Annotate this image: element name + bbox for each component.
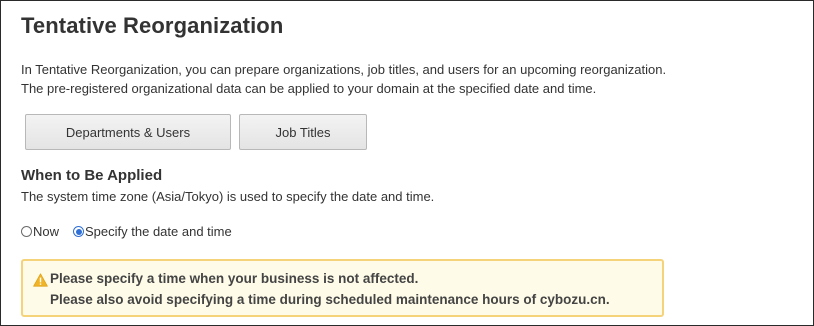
radio-now-label: Now: [33, 224, 60, 239]
radio-option-now[interactable]: Now: [21, 224, 59, 239]
warning-triangle-icon: [33, 272, 48, 287]
page-frame: Tentative Reorganization In Tentative Re…: [0, 0, 814, 326]
radio-option-specify-datetime[interactable]: Specify the date and time: [73, 224, 232, 239]
warning-line-2: Please also avoid specifying a time duri…: [50, 292, 610, 307]
warning-line-1: Please specify a time when your business…: [50, 271, 419, 286]
job-titles-button[interactable]: Job Titles: [239, 114, 367, 150]
warning-line-1-row: Please specify a time when your business…: [33, 268, 418, 289]
page-description: In Tentative Reorganization, you can pre…: [21, 60, 666, 98]
timezone-note: The system time zone (Asia/Tokyo) is use…: [21, 189, 435, 204]
description-line-1: In Tentative Reorganization, you can pre…: [21, 62, 667, 77]
apply-timing-radio-group: Now Specify the date and time: [21, 224, 246, 239]
when-applied-heading: When to Be Applied: [21, 167, 163, 184]
departments-users-button[interactable]: Departments & Users: [25, 114, 231, 150]
radio-specify-datetime-label: Specify the date and time: [85, 224, 232, 239]
page-title: Tentative Reorganization: [21, 13, 284, 38]
maintenance-warning: Please specify a time when your business…: [21, 259, 664, 317]
description-line-2: The pre-registered organizational data c…: [21, 81, 597, 96]
radio-now[interactable]: [21, 226, 32, 237]
radio-specify-datetime[interactable]: [73, 226, 85, 237]
